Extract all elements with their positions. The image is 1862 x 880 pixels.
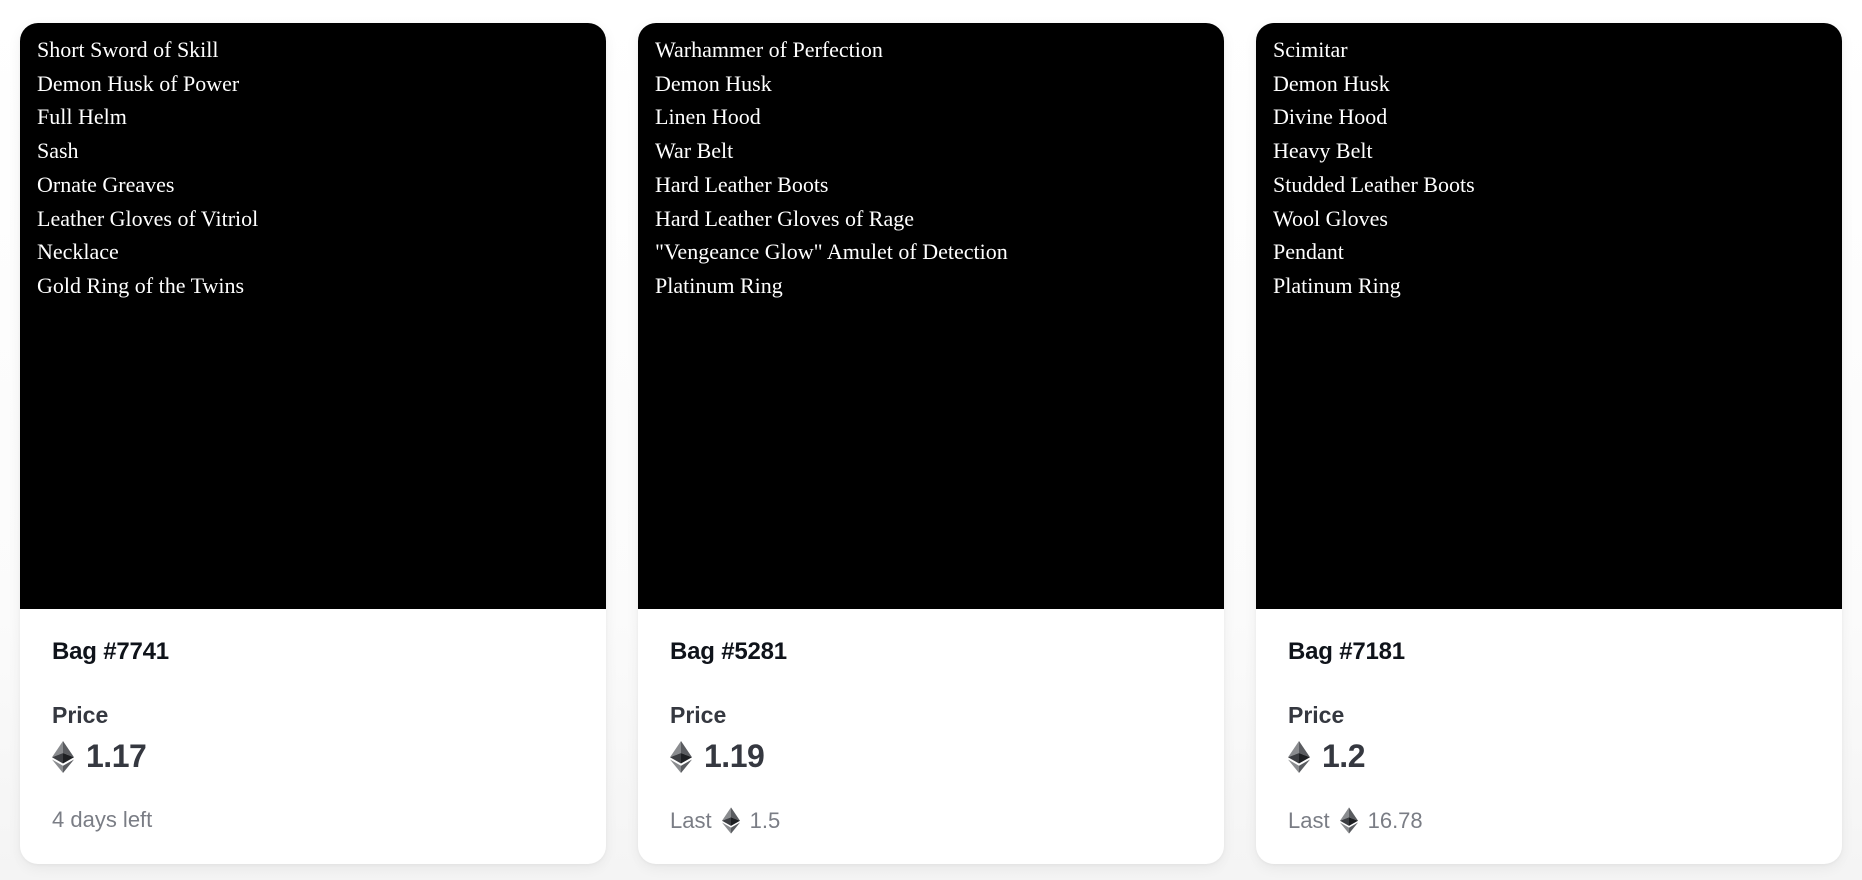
bag-item: "Vengeance Glow" Amulet of Detection [655,239,1008,265]
price-label: Price [670,702,727,728]
bag-item: Platinum Ring [655,272,783,298]
bag-artwork[interactable]: Scimitar Demon Husk Divine Hood Heavy Be… [1256,23,1842,609]
price-value: 1.2 [1322,738,1365,774]
price-label: Price [52,702,109,728]
bag-title[interactable]: Bag #5281 [670,638,787,666]
bag-item: Pendant [1273,239,1344,265]
bag-item: Scimitar [1273,37,1348,62]
last-sale-label: Last [1288,807,1330,833]
bag-item: Platinum Ring [1273,272,1401,298]
bag-item: Demon Husk of Power [37,70,240,96]
bag-item: Sash [37,138,79,164]
price-value: 1.17 [86,738,147,774]
bag-item: Leather Gloves of Vitriol [37,205,259,231]
bag-item: Ornate Greaves [37,171,175,197]
last-sale-row: Last 1.5 [670,807,780,834]
bag-title[interactable]: Bag #7741 [52,638,169,666]
bag-item: Divine Hood [1273,104,1388,130]
bag-card[interactable]: Short Sword of Skill Demon Husk of Power… [20,23,606,864]
bag-item: Studded Leather Boots [1273,171,1475,197]
eth-icon [52,740,74,773]
bag-item: Hard Leather Boots [655,171,829,197]
eth-icon [1288,740,1310,773]
eth-icon [670,740,692,773]
price-label: Price [1288,702,1345,728]
bag-artwork[interactable]: Warhammer of Perfection Demon Husk Linen… [638,23,1224,609]
bag-item: War Belt [655,138,734,164]
bag-item: Necklace [37,239,119,265]
time-left-row: 4 days left [52,807,152,833]
bag-item: Warhammer of Perfection [655,37,883,62]
bag-item: Hard Leather Gloves of Rage [655,205,915,231]
last-sale-value: 1.5 [749,807,781,833]
bag-item: Linen Hood [655,104,761,130]
last-sale-row: Last 16.78 [1288,807,1423,834]
bag-item: Demon Husk [1273,70,1390,96]
bag-card[interactable]: Warhammer of Perfection Demon Husk Linen… [638,23,1224,864]
time-left-label: 4 days left [52,807,153,832]
bag-item: Wool Gloves [1273,205,1388,231]
eth-icon [721,807,740,834]
last-sale-value: 16.78 [1367,807,1423,833]
bag-title[interactable]: Bag #7181 [1288,638,1405,666]
price-row: 1.17 [52,738,147,775]
last-sale-label: Last [670,807,712,833]
bag-item: Gold Ring of the Twins [37,272,245,298]
bag-item: Short Sword of Skill [37,37,219,62]
eth-icon [1339,807,1358,834]
price-value: 1.19 [704,738,765,774]
bag-artwork[interactable]: Short Sword of Skill Demon Husk of Power… [20,23,606,609]
price-row: 1.19 [670,738,765,775]
bag-item: Demon Husk [655,70,772,96]
bag-item: Heavy Belt [1273,138,1373,164]
bag-grid: Short Sword of Skill Demon Husk of Power… [20,23,1842,864]
bag-item: Full Helm [37,104,127,130]
bag-card[interactable]: Scimitar Demon Husk Divine Hood Heavy Be… [1256,23,1842,864]
price-row: 1.2 [1288,738,1365,775]
